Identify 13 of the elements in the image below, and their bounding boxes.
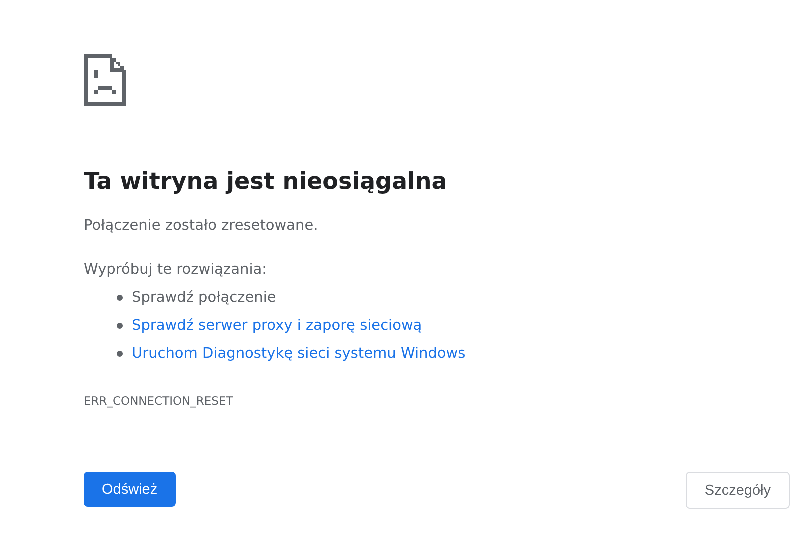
suggestions-heading: Wypróbuj te rozwiązania:	[84, 261, 268, 280]
suggestion-link[interactable]: Uruchom Diagnostykę sieci systemu Windows	[132, 346, 466, 362]
suggestion-link[interactable]: Sprawdź serwer proxy i zaporę sieciową	[132, 318, 422, 334]
reload-button[interactable]: Odśwież	[84, 472, 176, 507]
error-title: Ta witryna jest nieosiągalna	[84, 168, 448, 197]
details-button[interactable]: Szczegóły	[686, 472, 790, 509]
sad-page-icon	[84, 54, 126, 106]
bullet-icon	[117, 323, 123, 329]
bullet-icon	[117, 351, 123, 357]
error-code: ERR_CONNECTION_RESET	[84, 394, 234, 408]
suggestion-text: Sprawdź połączenie	[132, 290, 276, 306]
error-message: Połączenie zostało zresetowane.	[84, 217, 318, 236]
bullet-icon	[117, 295, 123, 301]
